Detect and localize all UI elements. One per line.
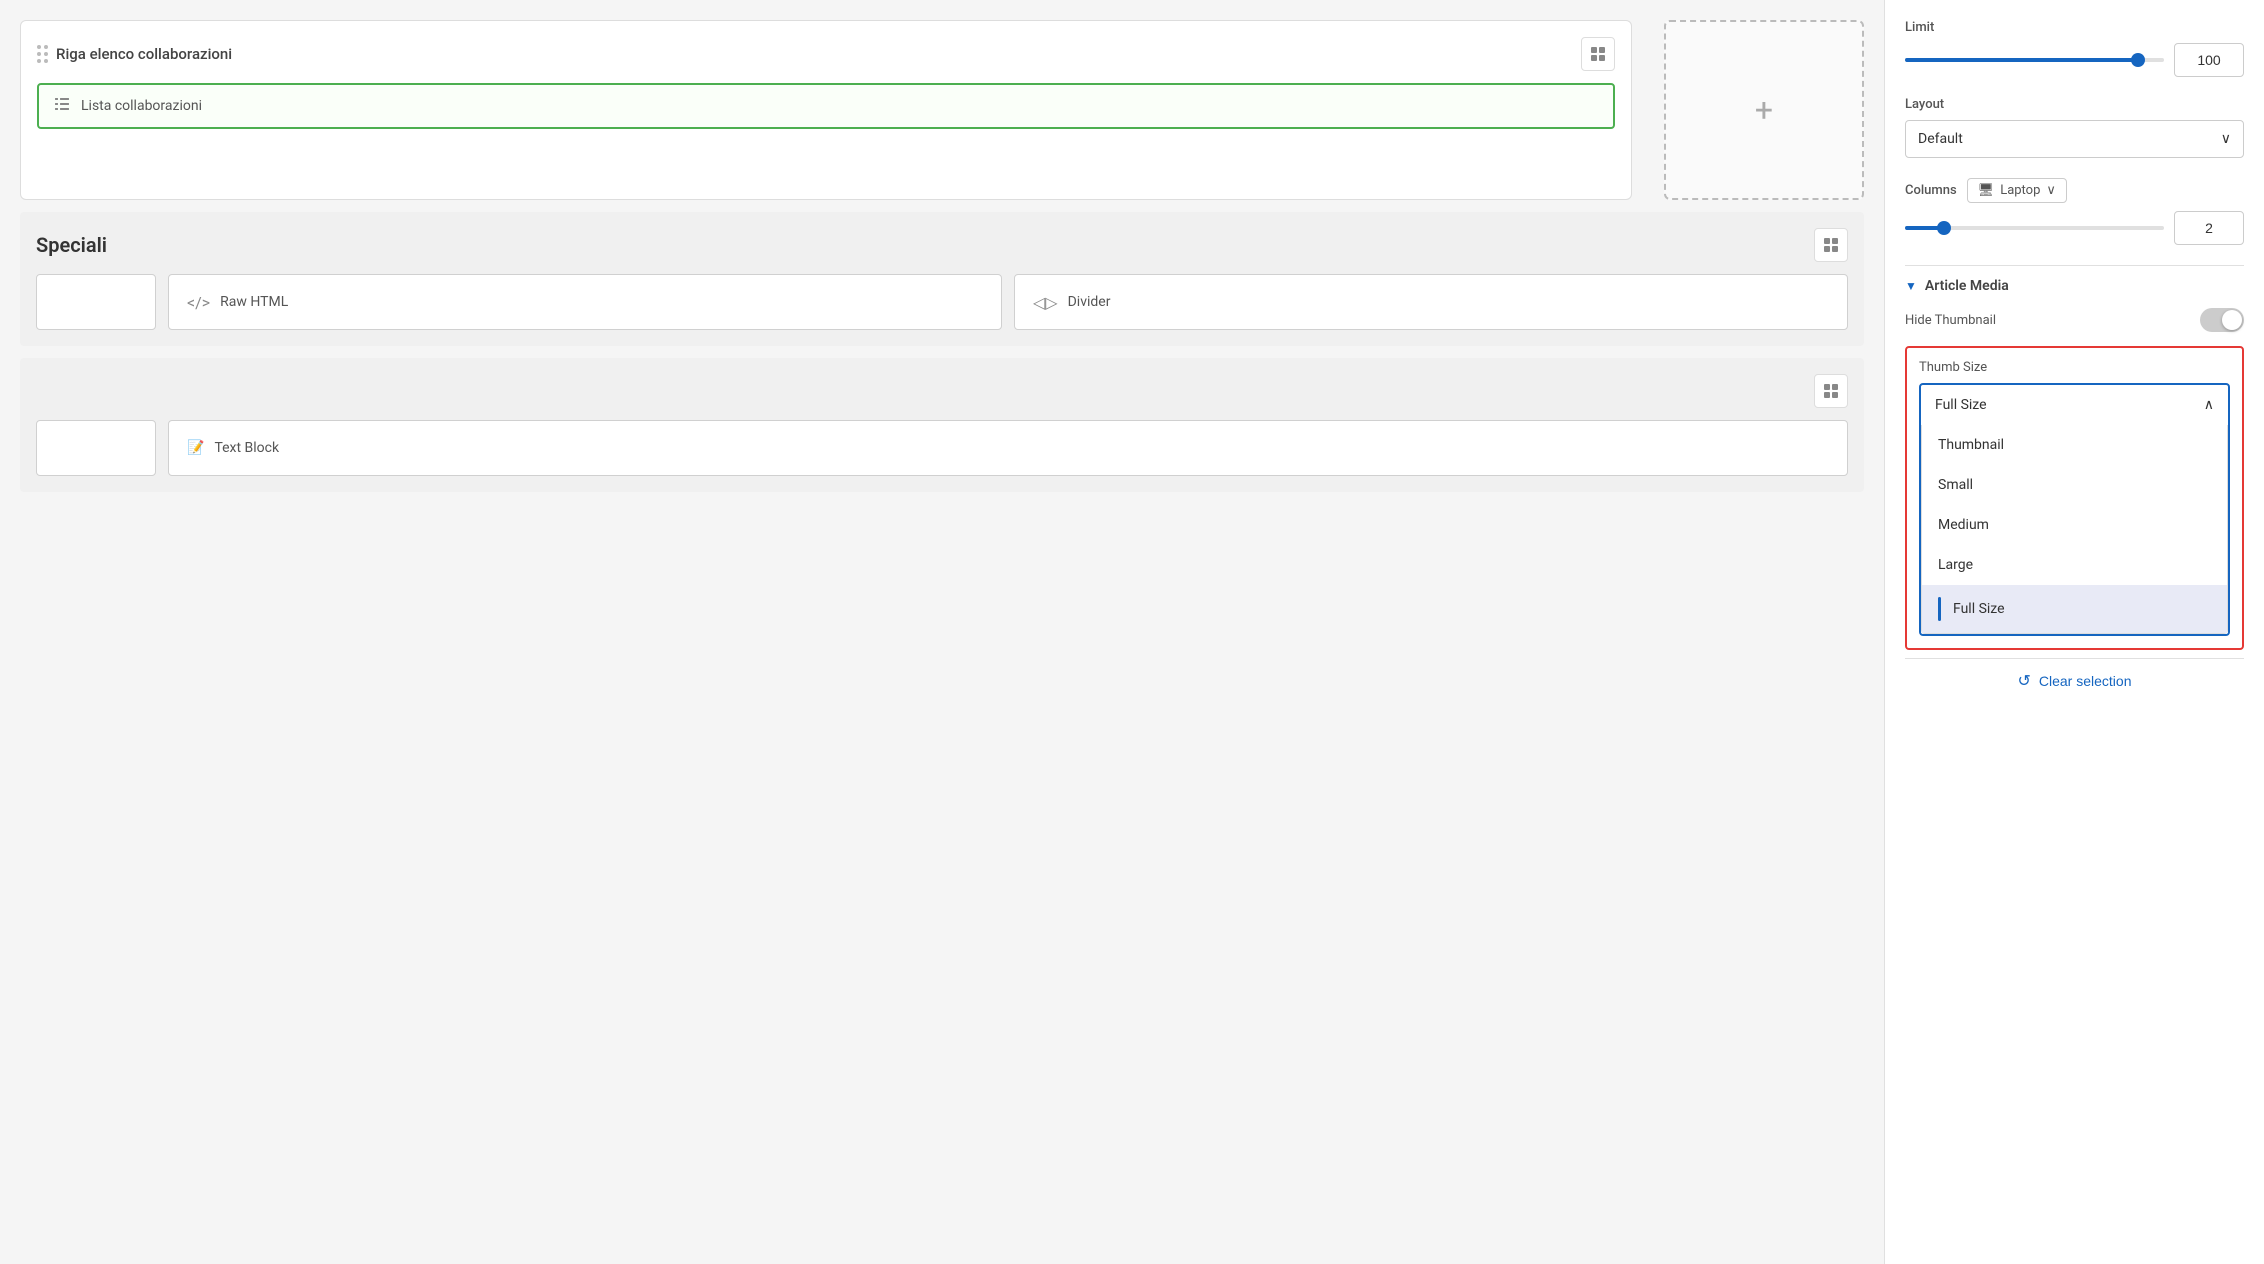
limit-label: Limit: [1905, 20, 2244, 35]
divider-block[interactable]: ◁▷ Divider: [1014, 274, 1848, 330]
text-block[interactable]: 📝 Text Block: [168, 420, 1848, 476]
hide-thumbnail-label: Hide Thumbnail: [1905, 313, 1996, 328]
bottom-empty-block: [36, 420, 156, 476]
lista-collaborazioni-item[interactable]: Lista collaborazioni: [37, 83, 1615, 129]
code-icon: </>: [187, 293, 210, 312]
chevron-down-icon: ∨: [2221, 131, 2231, 147]
thumb-size-section: Thumb Size Full Size ∧ Thumbnail Small M…: [1905, 346, 2244, 650]
limit-slider[interactable]: [1905, 50, 2164, 70]
text-block-label: Text Block: [214, 440, 279, 456]
text-block-icon: 📝: [187, 440, 204, 456]
add-block-button[interactable]: +: [1664, 20, 1864, 200]
clear-selection-label: Clear selection: [2039, 673, 2132, 689]
right-sidebar: Limit 100 Layout Default ∨ Columns 🖥 Lap…: [1884, 0, 2264, 1264]
option-thumbnail-label: Thumbnail: [1938, 437, 2004, 453]
divider-icon: ◁▷: [1033, 293, 1058, 312]
block-title: Riga elenco collaborazioni: [37, 45, 232, 63]
option-medium-label: Medium: [1938, 517, 1989, 533]
device-label: Laptop: [2000, 183, 2040, 198]
block-options-button[interactable]: [1581, 37, 1615, 71]
option-small[interactable]: Small: [1922, 465, 2227, 505]
bottom-options-button[interactable]: [1814, 374, 1848, 408]
layout-select[interactable]: Default ∨: [1905, 120, 2244, 158]
lista-item-label: Lista collaborazioni: [81, 98, 202, 114]
columns-input[interactable]: 2: [2174, 211, 2244, 245]
thumb-size-list: Thumbnail Small Medium Large Full Size: [1921, 425, 2228, 634]
layout-value: Default: [1918, 131, 1963, 147]
thumb-size-value: Full Size: [1935, 397, 1987, 413]
list-text-icon: [53, 95, 71, 117]
monitor-icon: 🖥: [1978, 183, 1995, 198]
article-media-header[interactable]: ▼ Article Media: [1905, 278, 2244, 294]
divider-label: Divider: [1068, 294, 1111, 310]
limit-input[interactable]: 100: [2174, 43, 2244, 77]
option-medium[interactable]: Medium: [1922, 505, 2227, 545]
thumb-size-label: Thumb Size: [1919, 360, 2230, 375]
plus-icon: +: [1755, 91, 1773, 129]
refresh-icon: ↺: [2017, 671, 2030, 691]
option-full-size-label: Full Size: [1953, 601, 2005, 617]
collapse-arrow-icon: ▼: [1905, 279, 1917, 293]
columns-slider[interactable]: [1905, 218, 2164, 238]
speciali-title: Speciali: [36, 233, 107, 257]
device-select[interactable]: 🖥 Laptop ∨: [1967, 178, 2067, 203]
empty-block-1: [36, 274, 156, 330]
thumb-size-dropdown[interactable]: Full Size ∧ Thumbnail Small Medium Large: [1919, 383, 2230, 636]
hide-thumbnail-toggle[interactable]: [2200, 308, 2244, 332]
raw-html-label: Raw HTML: [220, 294, 288, 310]
device-chevron-icon: ∨: [2046, 183, 2056, 198]
raw-html-block[interactable]: </> Raw HTML: [168, 274, 1002, 330]
thumb-size-trigger[interactable]: Full Size ∧: [1921, 385, 2228, 425]
columns-label: Columns: [1905, 183, 1957, 198]
article-media-label: Article Media: [1925, 278, 2009, 294]
layout-label: Layout: [1905, 97, 2244, 112]
option-full-size[interactable]: Full Size: [1922, 585, 2227, 633]
option-large-label: Large: [1938, 557, 1973, 573]
selected-indicator: [1938, 597, 1941, 621]
clear-selection-button[interactable]: ↺ Clear selection: [1905, 658, 2244, 703]
speciali-options-button[interactable]: [1814, 228, 1848, 262]
chevron-up-icon: ∧: [2204, 397, 2214, 413]
option-thumbnail[interactable]: Thumbnail: [1922, 425, 2227, 465]
option-large[interactable]: Large: [1922, 545, 2227, 585]
drag-handle[interactable]: [37, 45, 48, 63]
option-small-label: Small: [1938, 477, 1973, 493]
